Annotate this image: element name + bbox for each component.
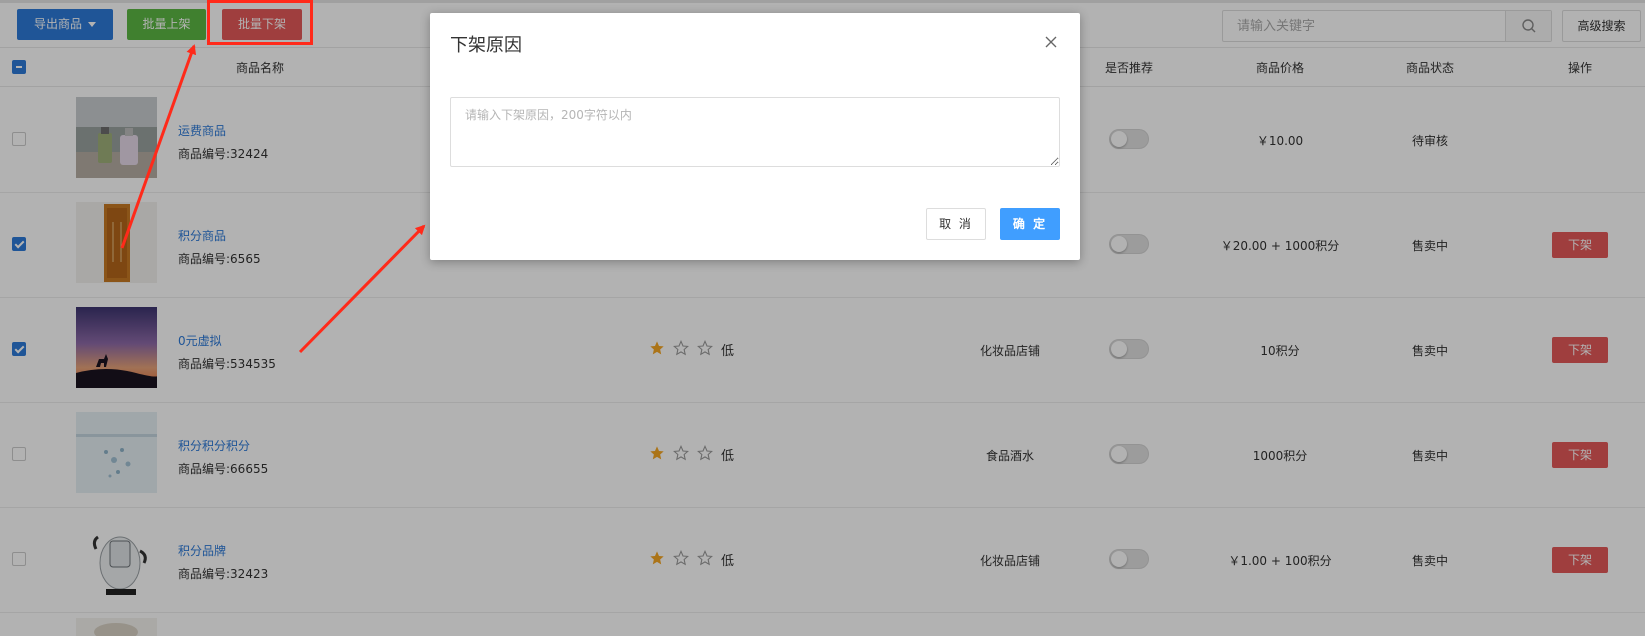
dialog-title: 下架原因 <box>450 35 522 56</box>
close-icon[interactable] <box>1044 35 1058 49</box>
delist-reason-textarea[interactable] <box>450 97 1060 167</box>
annotation-highlight-box <box>207 0 313 45</box>
delist-reason-dialog: 下架原因 取 消 确 定 <box>430 13 1080 260</box>
cancel-button[interactable]: 取 消 <box>926 208 986 240</box>
confirm-button[interactable]: 确 定 <box>1000 208 1060 240</box>
